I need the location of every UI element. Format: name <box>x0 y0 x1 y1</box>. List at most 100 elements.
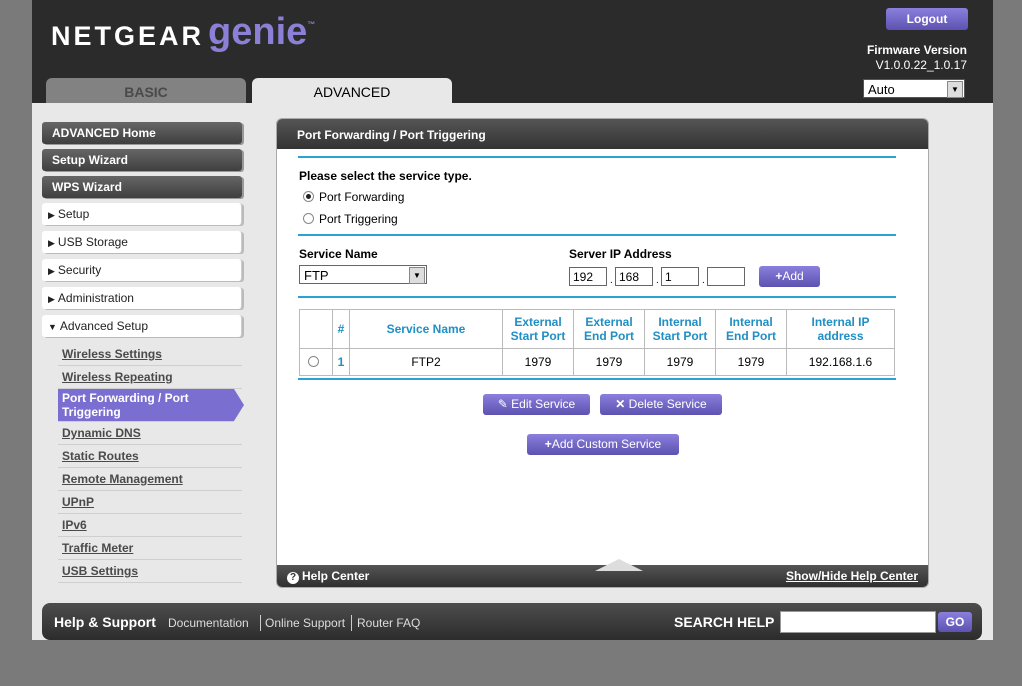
header: NETGEAR genie™ Logout Firmware Version V1… <box>32 0 993 103</box>
submenu-usb-settings[interactable]: USB Settings <box>58 560 242 583</box>
chevron-down-icon: ▼ <box>409 267 425 284</box>
divider <box>298 378 896 380</box>
sidebar-item-label: Setup <box>57 207 90 221</box>
row-select-radio[interactable] <box>299 348 333 376</box>
router-faq-link[interactable]: Router FAQ <box>357 616 420 630</box>
row-internal-end-port: 1979 <box>715 348 787 376</box>
radio-selected-icon <box>303 191 314 202</box>
row-service-name: FTP2 <box>349 348 503 376</box>
col-service-name: Service Name <box>349 309 503 349</box>
submenu-static-routes[interactable]: Static Routes <box>58 445 242 468</box>
submenu-port-forwarding[interactable]: Port Forwarding / Port Triggering <box>58 389 244 422</box>
netgear-genie-logo: NETGEAR genie™ <box>51 11 316 55</box>
submenu-wireless-repeating[interactable]: Wireless Repeating <box>58 366 242 389</box>
table-header-row: # Service Name External Start Port Exter… <box>299 309 895 349</box>
col-internal-ip: Internal IP address <box>786 309 895 349</box>
row-external-end-port: 1979 <box>573 348 645 376</box>
delete-service-label: Delete Service <box>628 397 707 411</box>
tab-basic[interactable]: BASIC <box>46 78 246 103</box>
pencil-icon: ✎ <box>497 397 512 411</box>
expand-arrow-icon[interactable] <box>595 559 643 571</box>
row-number: 1 <box>332 348 350 376</box>
documentation-link[interactable]: Documentation <box>168 616 249 630</box>
search-help-label: SEARCH HELP <box>674 614 775 630</box>
page-frame: NETGEAR genie™ Logout Firmware Version V1… <box>32 0 993 640</box>
close-icon: ✕ <box>615 397 629 411</box>
submenu-ipv6[interactable]: IPv6 <box>58 514 242 537</box>
language-value: Auto <box>868 82 895 97</box>
submenu-upnp[interactable]: UPnP <box>58 491 242 514</box>
ip-octet-2[interactable]: 168 <box>615 267 653 286</box>
sidebar-item-advanced-home[interactable]: ADVANCED Home <box>42 122 242 144</box>
search-help-input[interactable] <box>780 611 936 633</box>
sidebar: ADVANCED Home Setup Wizard WPS Wizard ▶ S… <box>42 122 244 583</box>
ip-octet-4[interactable] <box>707 267 745 286</box>
service-name-label: Service Name <box>299 247 378 261</box>
delete-service-button[interactable]: ✕ Delete Service <box>600 394 722 415</box>
add-custom-service-label: Add Custom Service <box>551 437 662 451</box>
submenu-remote-management[interactable]: Remote Management <box>58 468 242 491</box>
ip-octet-1[interactable]: 192 <box>569 267 607 286</box>
tab-advanced[interactable]: ADVANCED <box>252 78 452 103</box>
sidebar-item-administration[interactable]: ▶ Administration <box>42 287 242 309</box>
sidebar-item-label: Administration <box>57 291 134 305</box>
plus-icon: + <box>544 437 552 451</box>
go-button[interactable]: GO <box>938 612 972 632</box>
col-internal-end-port: Internal End Port <box>715 309 787 349</box>
language-select[interactable]: Auto ▼ <box>863 79 965 98</box>
radio-label: Port Triggering <box>319 212 398 226</box>
col-select <box>299 309 333 349</box>
show-hide-help-link[interactable]: Show/Hide Help Center <box>786 565 918 587</box>
product-text: genie <box>208 11 308 53</box>
row-internal-ip: 192.168.1.6 <box>786 348 895 376</box>
caret-down-icon: ▼ <box>48 322 57 332</box>
sidebar-item-setup[interactable]: ▶ Setup <box>42 203 242 225</box>
trademark-text: ™ <box>307 20 316 29</box>
service-table: # Service Name External Start Port Exter… <box>299 309 895 376</box>
col-internal-start-port: Internal Start Port <box>644 309 716 349</box>
caret-right-icon: ▶ <box>48 238 55 248</box>
divider <box>298 296 896 298</box>
edit-service-button[interactable]: ✎ Edit Service <box>483 394 590 415</box>
caret-right-icon: ▶ <box>48 294 55 304</box>
ip-dot: . <box>656 275 659 286</box>
submenu-dynamic-dns[interactable]: Dynamic DNS <box>58 422 242 445</box>
sidebar-item-label: Security <box>57 263 102 277</box>
row-internal-start-port: 1979 <box>644 348 716 376</box>
firmware-label: Firmware Version <box>866 43 967 57</box>
service-name-value: FTP <box>304 268 329 283</box>
brand-text: NETGEAR <box>51 21 205 51</box>
submenu-wireless-settings[interactable]: Wireless Settings <box>58 343 242 366</box>
radio-port-forwarding[interactable]: Port Forwarding <box>303 190 404 204</box>
add-custom-service-button[interactable]: +Add Custom Service <box>527 434 679 455</box>
sidebar-item-security[interactable]: ▶ Security <box>42 259 242 281</box>
help-center-label: Help Center <box>302 569 370 583</box>
online-support-link[interactable]: Online Support <box>265 616 345 630</box>
ip-dot: . <box>610 275 613 286</box>
table-row: 1 FTP2 1979 1979 1979 1979 192.168.1.6 <box>299 348 895 376</box>
footer-bar: Help & Support Documentation Online Supp… <box>42 603 982 640</box>
logout-button[interactable]: Logout <box>886 8 968 30</box>
submenu-traffic-meter[interactable]: Traffic Meter <box>58 537 242 560</box>
radio-unselected-icon <box>308 356 319 367</box>
radio-port-triggering[interactable]: Port Triggering <box>303 212 398 226</box>
divider <box>260 615 261 631</box>
sidebar-item-setup-wizard[interactable]: Setup Wizard <box>42 149 242 171</box>
caret-right-icon: ▶ <box>48 210 55 220</box>
help-center-toggle[interactable]: ? Help Center <box>287 565 369 587</box>
sidebar-item-usb-storage[interactable]: ▶ USB Storage <box>42 231 242 253</box>
panel-title: Port Forwarding / Port Triggering <box>277 119 928 149</box>
add-button[interactable]: +Add <box>759 266 820 287</box>
sidebar-item-advanced-setup[interactable]: ▼ Advanced Setup <box>42 315 242 337</box>
caret-right-icon: ▶ <box>48 266 55 276</box>
sidebar-item-label: USB Storage <box>57 235 128 249</box>
ip-octet-3[interactable]: 1 <box>661 267 699 286</box>
radio-unselected-icon <box>303 213 314 224</box>
service-name-select[interactable]: FTP ▼ <box>299 265 427 284</box>
divider <box>351 615 352 631</box>
add-button-label: Add <box>782 269 804 283</box>
edit-service-label: Edit Service <box>511 397 576 411</box>
server-ip-label: Server IP Address <box>569 247 672 261</box>
sidebar-item-wps-wizard[interactable]: WPS Wizard <box>42 176 242 198</box>
service-type-prompt: Please select the service type. <box>299 169 472 183</box>
